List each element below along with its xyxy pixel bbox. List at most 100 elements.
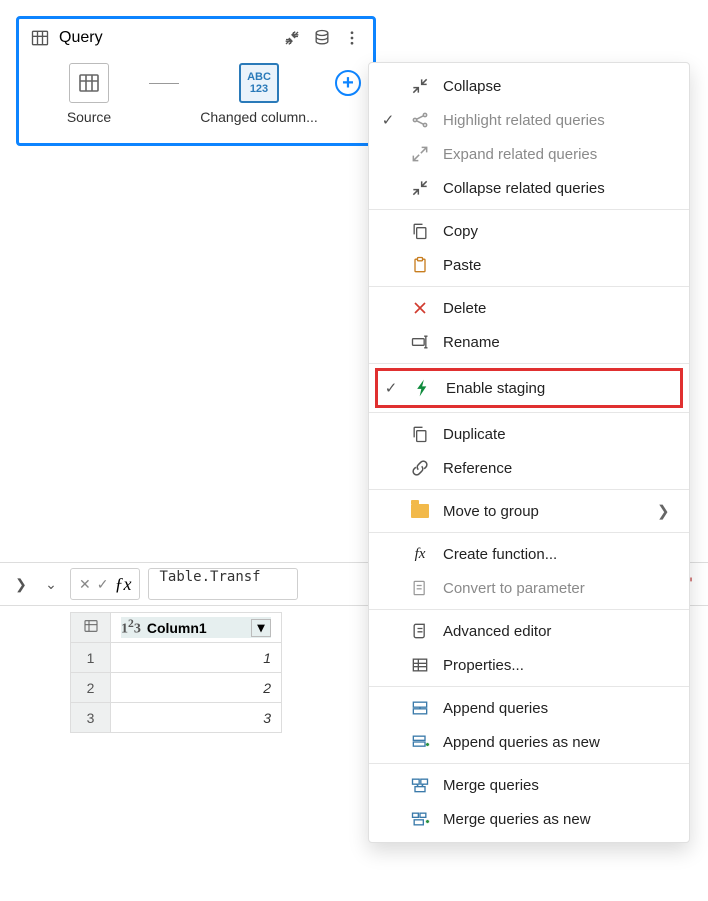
fx-icon[interactable]: ƒx — [114, 574, 131, 595]
menu-label: Expand related queries — [443, 146, 673, 163]
chevron-right-icon: ❯ — [657, 502, 673, 520]
x-icon — [409, 298, 431, 318]
query-steps-row: Source ABC123 Changed column... + — [29, 63, 363, 125]
query-context-menu: Collapse ✓ Highlight related queries Exp… — [368, 62, 690, 843]
row-number: 1 — [71, 643, 111, 673]
menu-label: Advanced editor — [443, 623, 673, 640]
data-preview-table: 123 Column1 ▾ 1 1 2 2 3 3 — [70, 612, 282, 733]
menu-label: Move to group — [443, 503, 645, 520]
menu-item-collapse[interactable]: Collapse — [369, 69, 689, 103]
menu-item-highlight-related: ✓ Highlight related queries — [369, 103, 689, 137]
table-icon — [29, 27, 51, 49]
menu-label: Collapse — [443, 78, 673, 95]
menu-separator — [369, 763, 689, 764]
query-card-header: Query — [29, 27, 363, 49]
menu-label: Delete — [443, 300, 673, 317]
chevron-down-icon[interactable]: ⌄ — [40, 573, 62, 595]
column-filter-dropdown[interactable]: ▾ — [251, 619, 271, 637]
menu-separator — [369, 209, 689, 210]
column-header[interactable]: 123 Column1 ▾ — [111, 613, 282, 643]
menu-item-append-queries-new[interactable]: Append queries as new — [369, 725, 689, 759]
paste-icon — [409, 255, 431, 275]
menu-label: Highlight related queries — [443, 112, 673, 129]
fx-icon: fx — [409, 546, 431, 563]
menu-item-reference[interactable]: Reference — [369, 451, 689, 485]
cancel-formula-icon[interactable]: ✕ — [79, 576, 91, 593]
menu-item-delete[interactable]: Delete — [369, 291, 689, 325]
expand-arrows-icon — [409, 144, 431, 164]
query-diagram-card[interactable]: Query Source ABC123 Changed column... + — [16, 16, 376, 146]
query-title: Query — [59, 29, 273, 47]
menu-item-convert-to-parameter: Convert to parameter — [369, 571, 689, 605]
menu-label: Properties... — [443, 657, 673, 674]
add-step-button[interactable]: + — [335, 70, 361, 96]
more-options-icon[interactable] — [341, 27, 363, 49]
row-number: 3 — [71, 703, 111, 733]
menu-item-copy[interactable]: Copy — [369, 214, 689, 248]
menu-label: Paste — [443, 257, 673, 274]
menu-item-move-to-group[interactable]: Move to group ❯ — [369, 494, 689, 528]
menu-item-enable-staging[interactable]: ✓ Enable staging — [378, 371, 680, 405]
menu-item-advanced-editor[interactable]: Advanced editor — [369, 614, 689, 648]
checkmark-icon: ✓ — [382, 379, 400, 397]
menu-label: Convert to parameter — [443, 580, 673, 597]
query-step-source[interactable]: Source — [29, 63, 149, 125]
parameter-icon — [409, 578, 431, 598]
scroll-icon — [409, 621, 431, 641]
cell-value[interactable]: 3 — [111, 703, 282, 733]
menu-item-merge-queries[interactable]: Merge queries — [369, 768, 689, 802]
table-row[interactable]: 1 1 — [71, 643, 282, 673]
menu-item-paste[interactable]: Paste — [369, 248, 689, 282]
column-type-icon[interactable]: 123 — [121, 617, 141, 638]
bolt-icon — [412, 378, 434, 398]
folder-icon — [409, 504, 431, 518]
formula-input[interactable]: Table.Transf — [148, 568, 298, 600]
database-icon[interactable] — [311, 27, 333, 49]
table-row[interactable]: 2 2 — [71, 673, 282, 703]
menu-label: Append queries — [443, 700, 673, 717]
menu-separator — [369, 489, 689, 490]
append-icon — [409, 698, 431, 718]
properties-grid-icon — [409, 655, 431, 675]
cell-value[interactable]: 1 — [111, 643, 282, 673]
rename-icon — [409, 332, 431, 352]
menu-separator — [369, 412, 689, 413]
menu-item-rename[interactable]: Rename — [369, 325, 689, 359]
highlighted-menu-item: ✓ Enable staging — [375, 368, 683, 408]
menu-label: Copy — [443, 223, 673, 240]
menu-label: Reference — [443, 460, 673, 477]
menu-label: Create function... — [443, 546, 673, 563]
append-new-icon — [409, 732, 431, 752]
cell-value[interactable]: 2 — [111, 673, 282, 703]
merge-icon — [409, 775, 431, 795]
collapse-icon[interactable] — [281, 27, 303, 49]
chevron-right-icon[interactable]: ❯ — [10, 573, 32, 595]
menu-item-append-queries[interactable]: Append queries — [369, 691, 689, 725]
abc123-icon: ABC123 — [239, 63, 279, 103]
commit-formula-icon[interactable]: ✓ — [97, 576, 109, 593]
menu-label: Enable staging — [446, 380, 664, 397]
share-nodes-icon — [409, 110, 431, 130]
menu-separator — [369, 363, 689, 364]
menu-label: Duplicate — [443, 426, 673, 443]
step-label: Changed column... — [200, 109, 318, 125]
table-icon — [69, 63, 109, 103]
table-corner[interactable] — [71, 613, 111, 643]
menu-item-duplicate[interactable]: Duplicate — [369, 417, 689, 451]
query-step-changed-column[interactable]: ABC123 Changed column... — [179, 63, 339, 125]
collapse-arrows-icon — [409, 76, 431, 96]
copy-icon — [409, 221, 431, 241]
link-icon — [409, 458, 431, 478]
menu-item-expand-related: Expand related queries — [369, 137, 689, 171]
menu-item-merge-queries-new[interactable]: Merge queries as new — [369, 802, 689, 836]
menu-separator — [369, 532, 689, 533]
table-row[interactable]: 3 3 — [71, 703, 282, 733]
collapse-arrows-icon — [409, 178, 431, 198]
step-label: Source — [67, 109, 111, 125]
menu-separator — [369, 686, 689, 687]
menu-item-create-function[interactable]: fx Create function... — [369, 537, 689, 571]
menu-label: Merge queries as new — [443, 811, 673, 828]
menu-separator — [369, 609, 689, 610]
menu-item-collapse-related[interactable]: Collapse related queries — [369, 171, 689, 205]
menu-item-properties[interactable]: Properties... — [369, 648, 689, 682]
